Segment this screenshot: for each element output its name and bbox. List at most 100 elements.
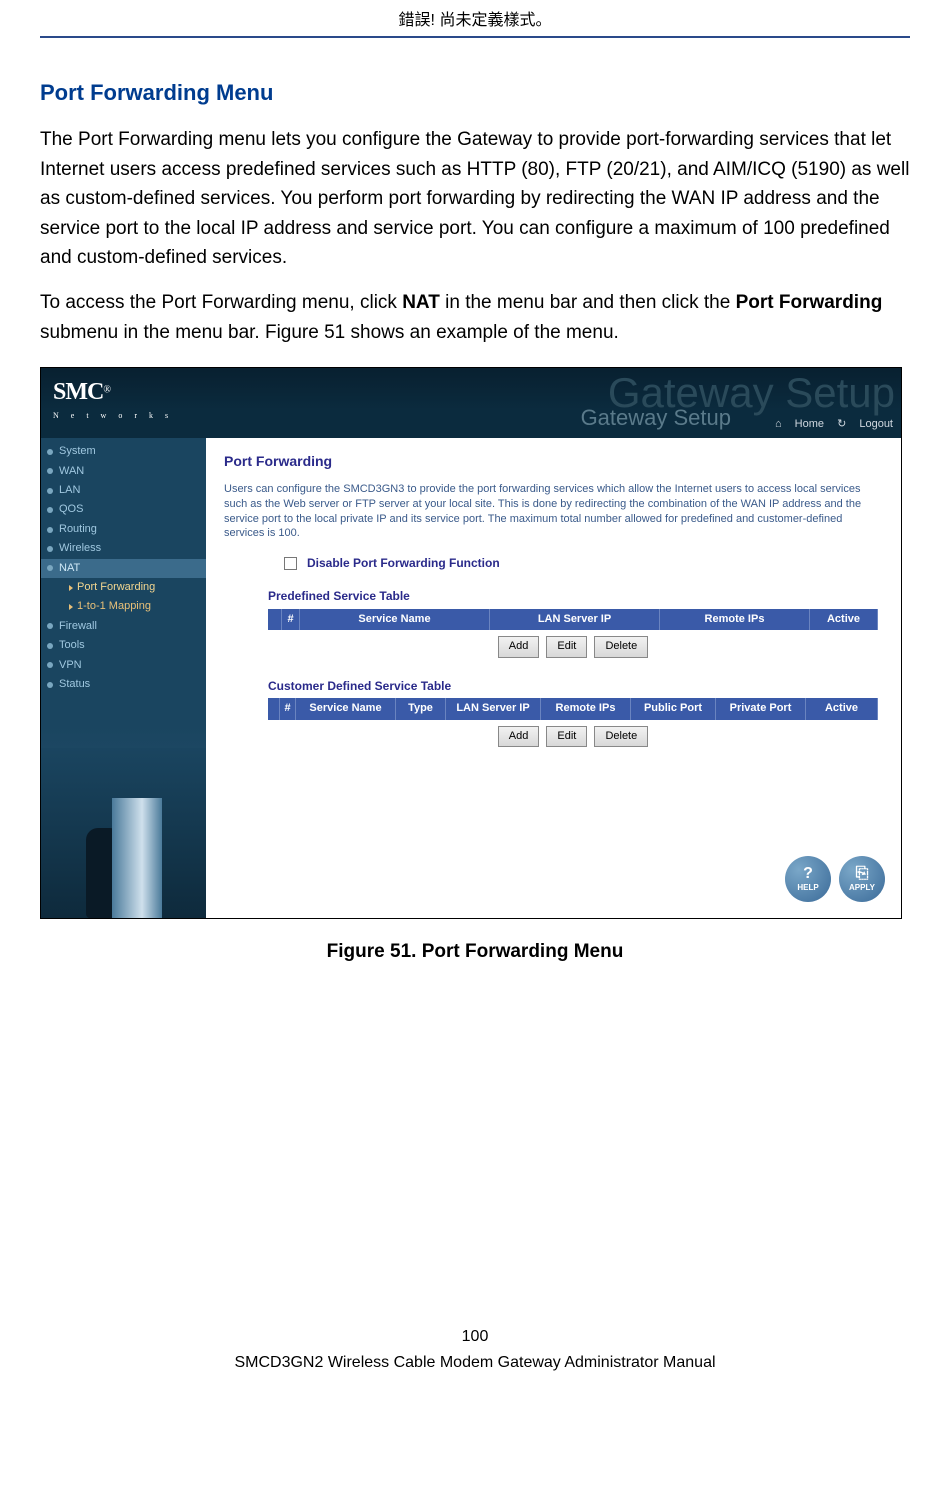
- page-number: 100: [40, 1326, 910, 1348]
- th-act: Active: [810, 609, 878, 630]
- figure-caption: Figure 51. Port Forwarding Menu: [40, 939, 910, 966]
- bullet-icon: [47, 527, 53, 533]
- bullet-icon: [47, 488, 53, 494]
- edit-button[interactable]: Edit: [546, 726, 587, 747]
- sidebar-item-firewall[interactable]: Firewall: [41, 617, 206, 636]
- bullet-icon: [47, 468, 53, 474]
- door-icon: [112, 798, 162, 918]
- screenshot-figure: SMC® N e t w o r k s Gateway Setup Gatew…: [40, 367, 902, 919]
- predefined-table-title: Predefined Service Table: [268, 588, 883, 605]
- nav-label: NAT: [59, 561, 80, 576]
- th-rip: Remote IPs: [541, 698, 631, 719]
- sidebar-item-wireless[interactable]: Wireless: [41, 539, 206, 558]
- th-lan: LAN Server IP: [446, 698, 541, 719]
- paragraph-1: The Port Forwarding menu lets you config…: [40, 125, 910, 272]
- nav-label: Firewall: [59, 619, 97, 634]
- title-fg: Gateway Setup: [581, 403, 731, 434]
- delete-button[interactable]: Delete: [594, 636, 648, 657]
- apply-button[interactable]: ⎘ APPLY: [839, 856, 885, 902]
- th-svc: Service Name: [300, 609, 490, 630]
- apply-icon: ⎘: [856, 866, 869, 882]
- th-rip: Remote IPs: [660, 609, 810, 630]
- nav-label: System: [59, 444, 96, 459]
- nav-label: Wireless: [59, 541, 101, 556]
- panel-description: Users can configure the SMCD3GN3 to prov…: [224, 482, 883, 541]
- logo-main: SMC: [53, 379, 103, 405]
- add-button[interactable]: Add: [498, 726, 540, 747]
- table-header: # Service Name LAN Server IP Remote IPs …: [268, 609, 878, 630]
- home-link[interactable]: ⌂ Home: [775, 418, 824, 430]
- nav-label: Routing: [59, 522, 97, 537]
- sidebar-item-status[interactable]: Status: [41, 675, 206, 694]
- th-lan: LAN Server IP: [490, 609, 660, 630]
- bullet-icon: [47, 507, 53, 513]
- custom-table-title: Customer Defined Service Table: [268, 678, 883, 695]
- th-sel: [268, 609, 282, 630]
- disable-pf-row: Disable Port Forwarding Function: [284, 555, 883, 572]
- th-sel: [268, 698, 280, 719]
- bullet-icon: [47, 565, 53, 571]
- bullet-icon: [47, 682, 53, 688]
- main-panel: Port Forwarding Users can configure the …: [206, 438, 901, 918]
- th-priv: Private Port: [716, 698, 806, 719]
- edit-button[interactable]: Edit: [546, 636, 587, 657]
- chevron-right-icon: [69, 604, 73, 610]
- bullet-icon: [47, 623, 53, 629]
- page-footer: 100 SMCD3GN2 Wireless Cable Modem Gatewa…: [40, 1326, 910, 1375]
- bullet-icon: [47, 643, 53, 649]
- nav-label: VPN: [59, 658, 82, 673]
- para2-a: To access the Port Forwarding menu, clic…: [40, 292, 402, 313]
- sidebar-nav: System WAN LAN QOS Routing Wireless NAT …: [41, 438, 206, 918]
- bullet-icon: [47, 546, 53, 552]
- nav-label: LAN: [59, 483, 80, 498]
- sidebar-sub-port-forwarding[interactable]: Port Forwarding: [41, 578, 206, 597]
- add-button[interactable]: Add: [498, 636, 540, 657]
- disable-pf-checkbox[interactable]: [284, 557, 297, 570]
- round-buttons: ? HELP ⎘ APPLY: [785, 856, 885, 902]
- sidebar-item-routing[interactable]: Routing: [41, 520, 206, 539]
- nav-label: QOS: [59, 502, 83, 517]
- sidebar-item-vpn[interactable]: VPN: [41, 656, 206, 675]
- sidebar-item-lan[interactable]: LAN: [41, 481, 206, 500]
- para2-e: submenu in the menu bar. Figure 51 shows…: [40, 322, 619, 343]
- panel-title: Port Forwarding: [224, 452, 883, 472]
- custom-table: # Service Name Type LAN Server IP Remote…: [268, 698, 878, 719]
- bullet-icon: [47, 449, 53, 455]
- paragraph-2: To access the Port Forwarding menu, clic…: [40, 288, 910, 347]
- chevron-right-icon: [69, 585, 73, 591]
- sidebar-item-nat[interactable]: NAT: [41, 559, 206, 578]
- apply-label: APPLY: [849, 882, 875, 893]
- th-act: Active: [806, 698, 878, 719]
- nav-label: WAN: [59, 464, 84, 479]
- header-error: 錯誤! 尚未定義樣式。: [40, 10, 910, 38]
- nav-label: Tools: [59, 638, 85, 653]
- sidebar-sub-1to1-mapping[interactable]: 1-to-1 Mapping: [41, 597, 206, 616]
- predefined-btn-row: Add Edit Delete: [268, 636, 878, 657]
- help-button[interactable]: ? HELP: [785, 856, 831, 902]
- bullet-icon: [47, 662, 53, 668]
- nav-sub-label: Port Forwarding: [77, 580, 155, 595]
- nav-sub-label: 1-to-1 Mapping: [77, 599, 151, 614]
- gateway-header: SMC® N e t w o r k s Gateway Setup Gatew…: [41, 368, 901, 438]
- sidebar-item-qos[interactable]: QOS: [41, 500, 206, 519]
- th-num: #: [280, 698, 296, 719]
- table-header: # Service Name Type LAN Server IP Remote…: [268, 698, 878, 719]
- th-svc: Service Name: [296, 698, 396, 719]
- para2-c: in the menu bar and then click the: [440, 292, 736, 313]
- disable-pf-label: Disable Port Forwarding Function: [307, 555, 500, 572]
- nav-decorative-image: [41, 748, 206, 918]
- sidebar-item-tools[interactable]: Tools: [41, 636, 206, 655]
- th-pub: Public Port: [631, 698, 716, 719]
- logo-r: ®: [103, 385, 111, 396]
- nav-label: Status: [59, 677, 90, 692]
- custom-btn-row: Add Edit Delete: [268, 726, 878, 747]
- sidebar-item-system[interactable]: System: [41, 442, 206, 461]
- footer-text: SMCD3GN2 Wireless Cable Modem Gateway Ad…: [40, 1352, 910, 1374]
- para2-pf: Port Forwarding: [736, 292, 883, 313]
- section-title: Port Forwarding Menu: [40, 78, 910, 109]
- delete-button[interactable]: Delete: [594, 726, 648, 747]
- sidebar-item-wan[interactable]: WAN: [41, 462, 206, 481]
- help-label: HELP: [797, 882, 818, 893]
- logout-link[interactable]: ↻ Logout: [837, 418, 893, 430]
- help-icon: ?: [803, 866, 813, 882]
